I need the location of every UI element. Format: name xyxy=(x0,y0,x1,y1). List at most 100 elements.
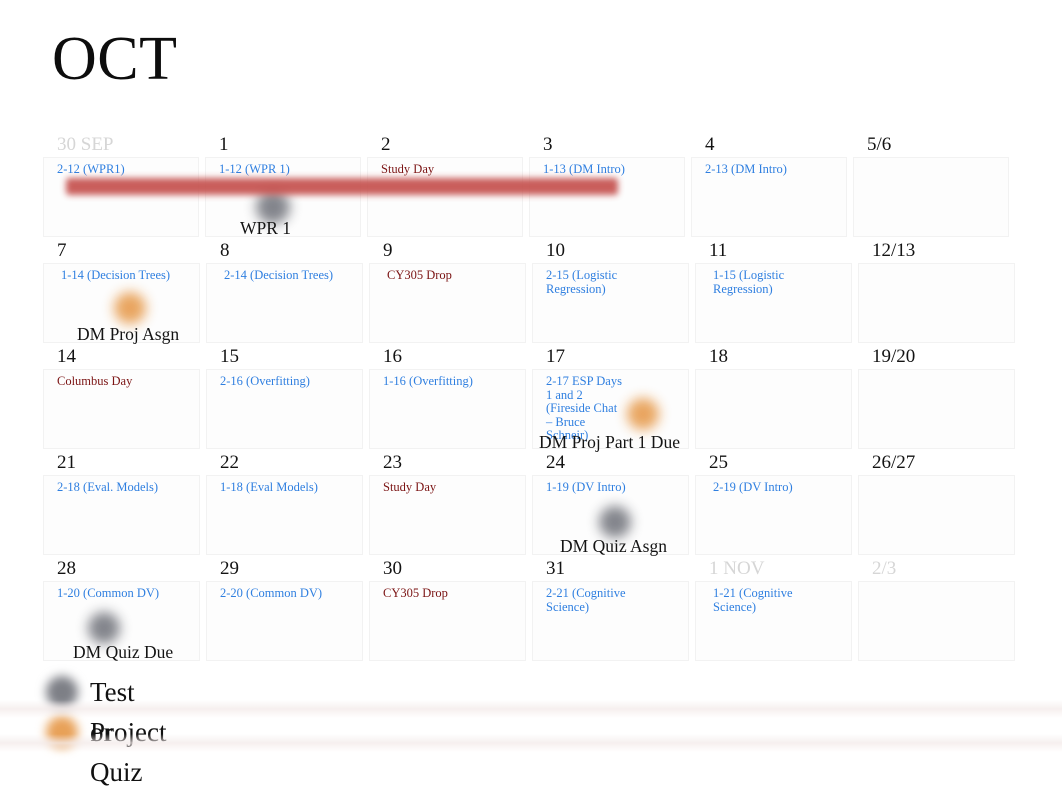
day-cell[interactable]: 16 1-16 (Overfitting) xyxy=(370,346,525,452)
day-cell[interactable]: 14 Columbus Day xyxy=(44,346,199,452)
project-marker-icon xyxy=(114,292,146,324)
day-cell[interactable]: 8 2-14 (Decision Trees) xyxy=(207,240,362,346)
day-event[interactable]: 2-19 (DV Intro) xyxy=(713,480,845,495)
day-cell-body: 2-14 (Decision Trees) xyxy=(207,264,362,342)
day-event[interactable]: Columbus Day xyxy=(57,374,193,389)
quiz-marker-icon xyxy=(88,612,120,644)
day-cell[interactable]: 2/3 xyxy=(859,558,1014,664)
day-event[interactable]: 2-14 (Decision Trees) xyxy=(224,268,356,283)
day-cell[interactable]: 9 CY305 Drop xyxy=(370,240,525,346)
day-note: DM Quiz Asgn xyxy=(560,536,667,556)
day-cell-body: 1-18 (Eval Models) xyxy=(207,476,362,554)
day-number: 22 xyxy=(220,452,239,473)
day-event[interactable]: 1-12 (WPR 1) xyxy=(219,162,354,177)
legend-label: Project xyxy=(90,717,167,747)
day-event[interactable]: 1-21 (Cognitive Science) xyxy=(713,586,811,614)
day-cell[interactable]: 30 CY305 Drop xyxy=(370,558,525,664)
day-number: 21 xyxy=(57,452,76,473)
day-cell-body xyxy=(696,370,851,448)
day-number: 2 xyxy=(381,134,391,155)
day-cell[interactable]: 29 2-20 (Common DV) xyxy=(207,558,362,664)
day-cell[interactable]: 5/6 xyxy=(854,134,1008,240)
quiz-marker-icon xyxy=(599,506,631,538)
calendar-week-row: 28 1-20 (Common DV) DM Quiz Due 29 2-20 … xyxy=(44,558,1016,664)
day-cell[interactable]: 19/20 xyxy=(859,346,1014,452)
day-number: 8 xyxy=(220,240,230,261)
day-event[interactable]: CY305 Drop xyxy=(387,268,519,283)
day-event[interactable]: 1-15 (Logistic Regression) xyxy=(713,268,817,296)
day-cell[interactable]: 12/13 xyxy=(859,240,1014,346)
day-cell-body xyxy=(859,264,1014,342)
day-cell[interactable]: 17 2-17 ESP Days 1 and 2 (Fireside Chat … xyxy=(533,346,688,452)
day-note: DM Proj Asgn xyxy=(77,324,180,344)
day-number: 25 xyxy=(709,452,728,473)
day-number: 19/20 xyxy=(872,346,916,367)
day-cell[interactable]: 15 2-16 (Overfitting) xyxy=(207,346,362,452)
day-cell[interactable]: 23 Study Day xyxy=(370,452,525,558)
day-cell-body: 1-13 (DM Intro) xyxy=(530,158,684,236)
day-cell[interactable]: 25 2-19 (DV Intro) xyxy=(696,452,851,558)
day-cell-body: 1-15 (Logistic Regression) xyxy=(696,264,851,342)
day-number: 9 xyxy=(383,240,393,261)
day-event[interactable]: 2-16 (Overfitting) xyxy=(220,374,356,389)
day-cell[interactable]: 31 2-21 (Cognitive Science) xyxy=(533,558,688,664)
day-number: 26/27 xyxy=(872,452,916,473)
day-event[interactable]: 2-12 (WPR1) xyxy=(57,162,192,177)
day-event[interactable]: 1-13 (DM Intro) xyxy=(543,162,678,177)
day-number: 7 xyxy=(57,240,67,261)
day-cell-body: Study Day xyxy=(370,476,525,554)
day-number: 30 xyxy=(383,558,402,579)
day-cell-body: 2-18 (Eval. Models) xyxy=(44,476,199,554)
day-number: 18 xyxy=(709,346,728,367)
calendar-grid: 30 SEP 2-12 (WPR1) 1 1-12 (WPR 1) WPR 1 … xyxy=(44,134,1016,664)
day-cell-body: 2-15 (Logistic Regression) xyxy=(533,264,688,342)
day-cell[interactable]: 26/27 xyxy=(859,452,1014,558)
calendar-week-row: 7 1-14 (Decision Trees) DM Proj Asgn 8 2… xyxy=(44,240,1016,346)
day-note: DM Quiz Due xyxy=(73,642,174,662)
day-number: 28 xyxy=(57,558,76,579)
project-marker-icon xyxy=(627,398,659,430)
day-event[interactable]: Study Day xyxy=(381,162,516,177)
day-number: 2/3 xyxy=(872,558,897,579)
calendar-week-row: 30 SEP 2-12 (WPR1) 1 1-12 (WPR 1) WPR 1 … xyxy=(44,134,1016,240)
calendar-week-row: 14 Columbus Day 15 2-16 (Overfitting) 16… xyxy=(44,346,1016,452)
day-event[interactable]: 1-14 (Decision Trees) xyxy=(61,268,193,283)
day-event[interactable]: CY305 Drop xyxy=(383,586,519,601)
day-event[interactable]: 1-20 (Common DV) xyxy=(57,586,193,601)
day-number: 31 xyxy=(546,558,565,579)
day-cell[interactable]: 21 2-18 (Eval. Models) xyxy=(44,452,199,558)
day-cell[interactable]: 18 xyxy=(696,346,851,452)
day-cell[interactable]: 7 1-14 (Decision Trees) DM Proj Asgn xyxy=(44,240,199,346)
day-cell[interactable]: 11 1-15 (Logistic Regression) xyxy=(696,240,851,346)
day-number: 10 xyxy=(546,240,565,261)
day-event[interactable]: Study Day xyxy=(383,480,519,495)
day-event[interactable]: 2-21 (Cognitive Science) xyxy=(546,586,644,614)
day-note: DM Proj Part 1 Due xyxy=(539,432,680,452)
day-cell[interactable]: 22 1-18 (Eval Models) xyxy=(207,452,362,558)
day-event[interactable]: 1-18 (Eval Models) xyxy=(220,480,356,495)
quiz-marker-icon xyxy=(46,676,78,708)
day-number: 24 xyxy=(546,452,565,473)
day-number: 4 xyxy=(705,134,715,155)
day-number: 23 xyxy=(383,452,402,473)
day-cell-body: 2-16 (Overfitting) xyxy=(207,370,362,448)
day-event[interactable]: 2-20 (Common DV) xyxy=(220,586,356,601)
day-cell[interactable]: 10 2-15 (Logistic Regression) xyxy=(533,240,688,346)
day-event[interactable]: 2-15 (Logistic Regression) xyxy=(546,268,652,296)
day-event[interactable]: 2-18 (Eval. Models) xyxy=(57,480,193,495)
page-title: OCT xyxy=(52,25,178,93)
day-cell[interactable]: 4 2-13 (DM Intro) xyxy=(692,134,846,240)
day-number: 15 xyxy=(220,346,239,367)
day-event[interactable]: 1-16 (Overfitting) xyxy=(383,374,519,389)
day-event[interactable]: 1-19 (DV Intro) xyxy=(546,480,682,495)
day-cell[interactable]: 1 NOV 1-21 (Cognitive Science) xyxy=(696,558,851,664)
day-event[interactable]: 2-13 (DM Intro) xyxy=(705,162,840,177)
day-number: 3 xyxy=(543,134,553,155)
day-number: 30 SEP xyxy=(57,134,114,155)
day-cell-body: CY305 Drop xyxy=(370,582,525,660)
day-cell[interactable]: 24 1-19 (DV Intro) DM Quiz Asgn xyxy=(533,452,688,558)
day-cell[interactable]: 28 1-20 (Common DV) DM Quiz Due xyxy=(44,558,199,664)
day-number: 17 xyxy=(546,346,565,367)
day-cell-body: 2-13 (DM Intro) xyxy=(692,158,846,236)
calendar-page: OCT 30 SEP 2-12 (WPR1) 1 1-12 (WPR 1) WP… xyxy=(0,0,1062,797)
